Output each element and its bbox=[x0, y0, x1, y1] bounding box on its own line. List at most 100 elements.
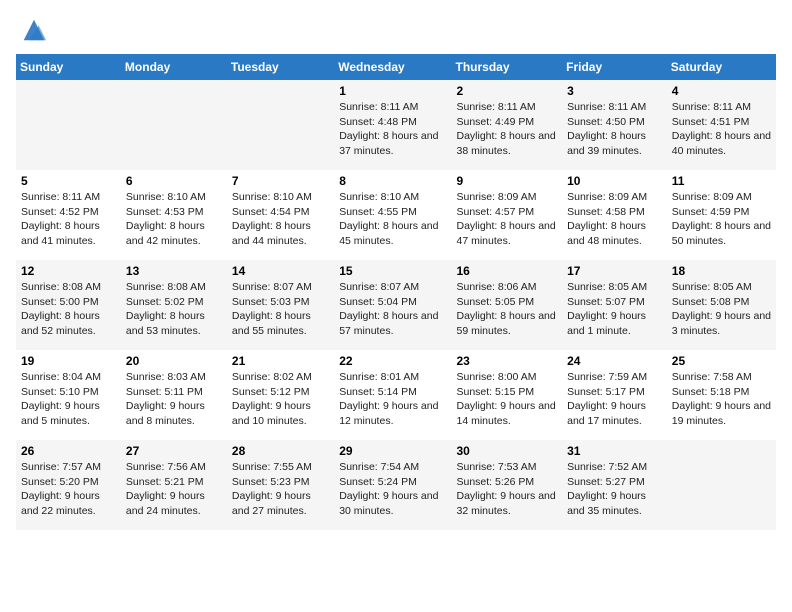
calendar-cell: 26 Sunrise: 7:57 AM Sunset: 5:20 PM Dayli… bbox=[16, 440, 121, 530]
day-info: Sunrise: 7:52 AM Sunset: 5:27 PM Dayligh… bbox=[567, 460, 662, 519]
day-number: 13 bbox=[126, 264, 222, 278]
calendar-cell: 1 Sunrise: 8:11 AM Sunset: 4:48 PM Daylig… bbox=[334, 80, 451, 170]
day-number: 27 bbox=[126, 444, 222, 458]
day-info: Sunrise: 7:57 AM Sunset: 5:20 PM Dayligh… bbox=[21, 460, 116, 519]
weekday-header-tuesday: Tuesday bbox=[227, 54, 334, 80]
weekday-header-row: SundayMondayTuesdayWednesdayThursdayFrid… bbox=[16, 54, 776, 80]
day-number: 24 bbox=[567, 354, 662, 368]
day-info: Sunrise: 8:07 AM Sunset: 5:04 PM Dayligh… bbox=[339, 280, 446, 339]
calendar-week-row: 19 Sunrise: 8:04 AM Sunset: 5:10 PM Dayli… bbox=[16, 350, 776, 440]
day-number: 23 bbox=[456, 354, 557, 368]
day-info: Sunrise: 8:05 AM Sunset: 5:07 PM Dayligh… bbox=[567, 280, 662, 339]
calendar-cell: 20Sunrise: 8:03 AM Sunset: 5:11 PM Dayli… bbox=[121, 350, 227, 440]
calendar-cell bbox=[667, 440, 776, 530]
day-number: 18 bbox=[672, 264, 771, 278]
weekday-header-saturday: Saturday bbox=[667, 54, 776, 80]
weekday-header-friday: Friday bbox=[562, 54, 667, 80]
day-info: Sunrise: 8:09 AM Sunset: 4:57 PM Dayligh… bbox=[456, 190, 557, 249]
day-number: 11 bbox=[672, 174, 771, 188]
calendar-cell bbox=[121, 80, 227, 170]
calendar-cell: 14 Sunrise: 8:07 AM Sunset: 5:03 PM Dayli… bbox=[227, 260, 334, 350]
calendar-cell: 24 Sunrise: 7:59 AM Sunset: 5:17 PM Dayli… bbox=[562, 350, 667, 440]
day-number: 22 bbox=[339, 354, 446, 368]
day-info: Sunrise: 8:11 AM Sunset: 4:48 PM Dayligh… bbox=[339, 100, 446, 159]
day-info: Sunrise: 8:09 AM Sunset: 4:59 PM Dayligh… bbox=[672, 190, 771, 249]
logo-icon bbox=[20, 16, 48, 44]
day-info: Sunrise: 8:02 AM Sunset: 5:12 PM Dayligh… bbox=[232, 370, 329, 429]
day-number: 6 bbox=[126, 174, 222, 188]
calendar-week-row: 12Sunrise: 8:08 AM Sunset: 5:00 PM Dayli… bbox=[16, 260, 776, 350]
day-number: 9 bbox=[456, 174, 557, 188]
calendar-cell: 23Sunrise: 8:00 AM Sunset: 5:15 PM Dayli… bbox=[451, 350, 562, 440]
day-info: Sunrise: 7:54 AM Sunset: 5:24 PM Dayligh… bbox=[339, 460, 446, 519]
weekday-header-thursday: Thursday bbox=[451, 54, 562, 80]
day-number: 28 bbox=[232, 444, 329, 458]
calendar-cell: 3 Sunrise: 8:11 AM Sunset: 4:50 PM Daylig… bbox=[562, 80, 667, 170]
calendar-cell: 18 Sunrise: 8:05 AM Sunset: 5:08 PM Dayli… bbox=[667, 260, 776, 350]
calendar-cell: 17 Sunrise: 8:05 AM Sunset: 5:07 PM Dayli… bbox=[562, 260, 667, 350]
calendar-cell: 21 Sunrise: 8:02 AM Sunset: 5:12 PM Dayli… bbox=[227, 350, 334, 440]
calendar-week-row: 1 Sunrise: 8:11 AM Sunset: 4:48 PM Daylig… bbox=[16, 80, 776, 170]
day-info: Sunrise: 7:55 AM Sunset: 5:23 PM Dayligh… bbox=[232, 460, 329, 519]
weekday-header-monday: Monday bbox=[121, 54, 227, 80]
calendar-cell: 29 Sunrise: 7:54 AM Sunset: 5:24 PM Dayli… bbox=[334, 440, 451, 530]
calendar-cell bbox=[227, 80, 334, 170]
day-number: 8 bbox=[339, 174, 446, 188]
calendar-cell: 19 Sunrise: 8:04 AM Sunset: 5:10 PM Dayli… bbox=[16, 350, 121, 440]
calendar-cell: 12Sunrise: 8:08 AM Sunset: 5:00 PM Dayli… bbox=[16, 260, 121, 350]
page-header bbox=[16, 16, 776, 44]
calendar-cell: 5 Sunrise: 8:11 AM Sunset: 4:52 PM Daylig… bbox=[16, 170, 121, 260]
calendar-cell: 27Sunrise: 7:56 AM Sunset: 5:21 PM Dayli… bbox=[121, 440, 227, 530]
day-number: 29 bbox=[339, 444, 446, 458]
day-number: 3 bbox=[567, 84, 662, 98]
day-number: 17 bbox=[567, 264, 662, 278]
calendar-cell: 6 Sunrise: 8:10 AM Sunset: 4:53 PM Daylig… bbox=[121, 170, 227, 260]
calendar-cell: 10Sunrise: 8:09 AM Sunset: 4:58 PM Dayli… bbox=[562, 170, 667, 260]
day-number: 4 bbox=[672, 84, 771, 98]
calendar-cell: 25Sunrise: 7:58 AM Sunset: 5:18 PM Dayli… bbox=[667, 350, 776, 440]
day-info: Sunrise: 7:53 AM Sunset: 5:26 PM Dayligh… bbox=[456, 460, 557, 519]
day-info: Sunrise: 8:10 AM Sunset: 4:55 PM Dayligh… bbox=[339, 190, 446, 249]
day-number: 30 bbox=[456, 444, 557, 458]
logo bbox=[16, 16, 48, 44]
calendar-cell: 8 Sunrise: 8:10 AM Sunset: 4:55 PM Daylig… bbox=[334, 170, 451, 260]
weekday-header-wednesday: Wednesday bbox=[334, 54, 451, 80]
day-number: 19 bbox=[21, 354, 116, 368]
calendar-cell: 11 Sunrise: 8:09 AM Sunset: 4:59 PM Dayli… bbox=[667, 170, 776, 260]
calendar-table: SundayMondayTuesdayWednesdayThursdayFrid… bbox=[16, 54, 776, 530]
calendar-cell: 7 Sunrise: 8:10 AM Sunset: 4:54 PM Daylig… bbox=[227, 170, 334, 260]
day-info: Sunrise: 8:11 AM Sunset: 4:51 PM Dayligh… bbox=[672, 100, 771, 159]
day-info: Sunrise: 8:08 AM Sunset: 5:00 PM Dayligh… bbox=[21, 280, 116, 339]
day-info: Sunrise: 8:05 AM Sunset: 5:08 PM Dayligh… bbox=[672, 280, 771, 339]
calendar-cell: 15Sunrise: 8:07 AM Sunset: 5:04 PM Dayli… bbox=[334, 260, 451, 350]
day-number: 31 bbox=[567, 444, 662, 458]
calendar-week-row: 5 Sunrise: 8:11 AM Sunset: 4:52 PM Daylig… bbox=[16, 170, 776, 260]
day-info: Sunrise: 8:07 AM Sunset: 5:03 PM Dayligh… bbox=[232, 280, 329, 339]
weekday-header-sunday: Sunday bbox=[16, 54, 121, 80]
day-info: Sunrise: 7:59 AM Sunset: 5:17 PM Dayligh… bbox=[567, 370, 662, 429]
day-number: 10 bbox=[567, 174, 662, 188]
calendar-cell: 28 Sunrise: 7:55 AM Sunset: 5:23 PM Dayli… bbox=[227, 440, 334, 530]
day-info: Sunrise: 8:10 AM Sunset: 4:54 PM Dayligh… bbox=[232, 190, 329, 249]
calendar-cell: 31 Sunrise: 7:52 AM Sunset: 5:27 PM Dayli… bbox=[562, 440, 667, 530]
day-number: 1 bbox=[339, 84, 446, 98]
day-number: 7 bbox=[232, 174, 329, 188]
day-info: Sunrise: 8:11 AM Sunset: 4:49 PM Dayligh… bbox=[456, 100, 557, 159]
day-info: Sunrise: 8:04 AM Sunset: 5:10 PM Dayligh… bbox=[21, 370, 116, 429]
day-info: Sunrise: 8:10 AM Sunset: 4:53 PM Dayligh… bbox=[126, 190, 222, 249]
calendar-cell: 16Sunrise: 8:06 AM Sunset: 5:05 PM Dayli… bbox=[451, 260, 562, 350]
day-number: 14 bbox=[232, 264, 329, 278]
day-number: 5 bbox=[21, 174, 116, 188]
day-number: 26 bbox=[21, 444, 116, 458]
calendar-cell: 2 Sunrise: 8:11 AM Sunset: 4:49 PM Daylig… bbox=[451, 80, 562, 170]
calendar-cell: 22Sunrise: 8:01 AM Sunset: 5:14 PM Dayli… bbox=[334, 350, 451, 440]
day-info: Sunrise: 8:11 AM Sunset: 4:52 PM Dayligh… bbox=[21, 190, 116, 249]
day-info: Sunrise: 8:06 AM Sunset: 5:05 PM Dayligh… bbox=[456, 280, 557, 339]
day-number: 2 bbox=[456, 84, 557, 98]
day-info: Sunrise: 8:03 AM Sunset: 5:11 PM Dayligh… bbox=[126, 370, 222, 429]
calendar-week-row: 26 Sunrise: 7:57 AM Sunset: 5:20 PM Dayli… bbox=[16, 440, 776, 530]
day-info: Sunrise: 8:11 AM Sunset: 4:50 PM Dayligh… bbox=[567, 100, 662, 159]
calendar-cell: 30 Sunrise: 7:53 AM Sunset: 5:26 PM Dayli… bbox=[451, 440, 562, 530]
day-info: Sunrise: 7:58 AM Sunset: 5:18 PM Dayligh… bbox=[672, 370, 771, 429]
day-number: 21 bbox=[232, 354, 329, 368]
